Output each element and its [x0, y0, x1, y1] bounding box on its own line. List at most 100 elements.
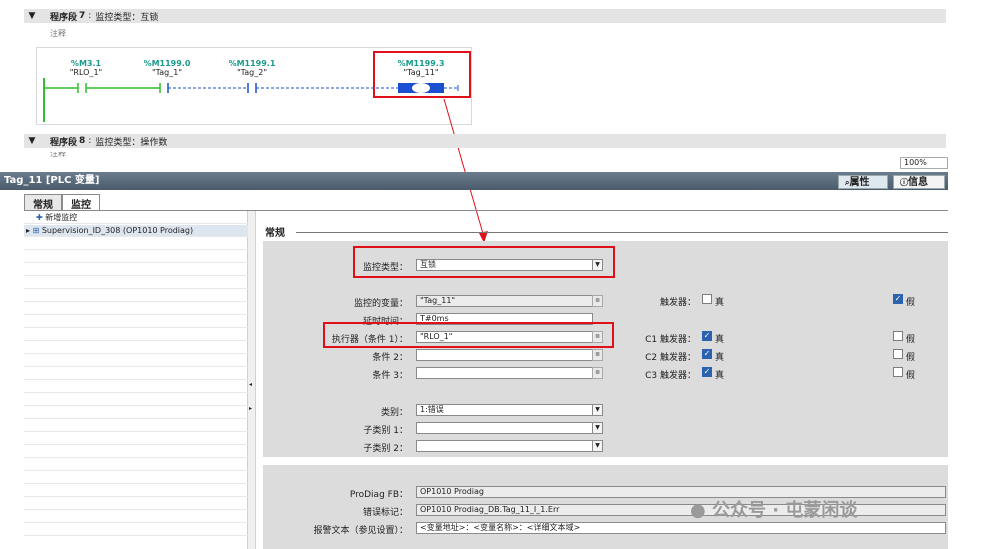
tab-general[interactable]: 常规 [24, 194, 62, 211]
c2-true-checkbox[interactable]: ✓ [702, 349, 712, 359]
dropdown-arrow-icon[interactable]: ▼ [592, 404, 603, 416]
watermark: ● 公众号 · 屯蒙闲谈 [690, 496, 857, 522]
c2-false-checkbox[interactable] [893, 349, 903, 359]
tree-empty-row [24, 524, 248, 536]
c3-trigger-label: C3 触发器： [645, 371, 696, 381]
inspector-subtabs: 常规 监控 [24, 194, 100, 211]
wechat-icon: ● [690, 500, 706, 521]
tree-empty-row [24, 394, 248, 406]
tree-empty-row [24, 368, 248, 380]
tree-add-monitor[interactable]: ✚ 新增监控 [24, 212, 248, 224]
monitor-tree[interactable]: ✚ 新增监控 ▸ ⊞ Supervision_ID_308 (OP1010 Pr… [24, 211, 248, 549]
inspector-title: Tag_11 [PLC 变量] [0, 172, 948, 190]
c3-true-label: 真 [715, 371, 725, 381]
tree-empty-row [24, 355, 248, 367]
c1-true-checkbox[interactable]: ✓ [702, 331, 712, 341]
dropdown-arrow-icon[interactable]: ▼ [592, 422, 603, 434]
tree-empty-row [24, 485, 248, 497]
c1-trigger-label: C1 触发器： [645, 335, 696, 345]
tree-item-supervision[interactable]: ▸ ⊞ Supervision_ID_308 (OP1010 Prodiag) [24, 225, 248, 237]
pick-var-icon[interactable]: ≣ [592, 349, 603, 361]
network-title[interactable]: 监控类型：操作数 [95, 135, 167, 148]
subcat2-select[interactable] [416, 440, 593, 452]
cond2-label: 条件 2： [372, 353, 408, 363]
info-icon: ⓘ [900, 178, 908, 187]
monitored-var-field[interactable]: "Tag_11" [416, 295, 593, 307]
tree-empty-row [24, 290, 248, 302]
tree-empty-row [24, 277, 248, 289]
network-number: 8 [79, 136, 86, 146]
tree-empty-row [24, 498, 248, 510]
error-mark-label: 错误标记： [362, 508, 408, 518]
alarm-text-field[interactable]: <变量地址>：<变量名称>：<详细文本域> [416, 522, 946, 534]
c3-false-label: 假 [906, 371, 916, 381]
tab-info[interactable]: ⓘ信息 [893, 175, 945, 189]
section-divider [296, 232, 948, 233]
network-comment[interactable]: 注释 [50, 152, 66, 158]
contact-3-name[interactable]: "Tag_2" [222, 68, 282, 77]
trigger-label: 触发器： [659, 298, 696, 308]
trigger-true-checkbox[interactable] [702, 294, 712, 304]
contact-1-name[interactable]: "RLO_1" [56, 68, 116, 77]
executor-highlight [323, 322, 614, 348]
c3-true-checkbox[interactable]: ✓ [702, 367, 712, 377]
contact-3-address[interactable]: %M1199.1 [222, 59, 282, 68]
tree-empty-row [24, 433, 248, 445]
subcat1-select[interactable] [416, 422, 593, 434]
c2-true-label: 真 [715, 353, 725, 363]
contact-2-address[interactable]: %M1199.0 [137, 59, 197, 68]
tree-empty-row [24, 251, 248, 263]
section-title: 常规 [265, 228, 285, 239]
c1-false-checkbox[interactable] [893, 331, 903, 341]
dropdown-arrow-icon[interactable]: ▼ [592, 440, 603, 452]
tab-properties-label: 属性 [849, 177, 870, 188]
zoom-field[interactable]: 100% [900, 157, 948, 169]
tree-empty-row [24, 420, 248, 432]
prodiag-fb-label: ProDiag FB： [349, 490, 408, 500]
collapse-right-icon[interactable]: ▸ [249, 405, 252, 412]
tree-empty-row [24, 329, 248, 341]
error-mark-field[interactable]: OP1010 Prodiag_DB.Tag_11_I_1.Err [416, 504, 946, 516]
cond3-field[interactable] [416, 367, 593, 379]
pick-var-icon[interactable]: ≣ [592, 295, 603, 307]
trigger-false-checkbox[interactable]: ✓ [893, 294, 903, 304]
contact-1-address[interactable]: %M3.1 [56, 59, 116, 68]
collapse-left-icon[interactable]: ◂ [249, 381, 252, 388]
tree-empty-row [24, 381, 248, 393]
c3-false-checkbox[interactable] [893, 367, 903, 377]
pick-var-icon[interactable]: ≣ [592, 367, 603, 379]
c2-trigger-label: C2 触发器： [645, 353, 696, 363]
tree-empty-row [24, 303, 248, 315]
category-label: 类别： [380, 408, 408, 418]
alarm-text-label: 报警文本（参见设置）： [313, 526, 408, 536]
network-colon: : [88, 136, 92, 146]
tree-item-label: Supervision_ID_308 (OP1010 Prodiag) [41, 226, 194, 235]
tree-empty-row [24, 459, 248, 471]
coil-highlight [373, 51, 471, 98]
tab-monitor[interactable]: 监控 [62, 194, 100, 211]
c1-false-label: 假 [906, 335, 916, 345]
c2-false-label: 假 [906, 353, 916, 363]
tree-empty-row [24, 511, 248, 523]
c1-true-label: 真 [715, 335, 725, 345]
prodiag-fb-field[interactable]: OP1010 Prodiag [416, 486, 946, 498]
network-label: 程序段 [50, 137, 78, 148]
tab-info-label: 信息 [908, 177, 928, 188]
supervision-icon: ⊞ [32, 226, 40, 235]
contact-2-name[interactable]: "Tag_1" [137, 68, 197, 77]
tree-empty-row [24, 446, 248, 458]
expand-icon[interactable]: ▸ [26, 226, 30, 235]
tree-empty-row [24, 342, 248, 354]
network-8-header[interactable]: ▼ 程序段 8 : 监控类型：操作数 [24, 134, 946, 148]
tab-properties[interactable]: ⌕属性 [838, 175, 888, 189]
add-monitor-icon: ✚ [36, 213, 43, 222]
category-select[interactable]: 1:错误 [416, 404, 593, 416]
cond3-label: 条件 3： [372, 371, 408, 381]
subcat2-label: 子类别 2： [363, 444, 408, 454]
tree-empty-row [24, 238, 248, 250]
collapse-icon[interactable]: ▼ [24, 136, 40, 146]
monitored-var-label: 监控的变量： [353, 299, 408, 309]
cond2-field[interactable] [416, 349, 593, 361]
pane-splitter[interactable]: ◂ ▸ [248, 211, 256, 549]
trigger-false-label: 假 [906, 298, 916, 308]
